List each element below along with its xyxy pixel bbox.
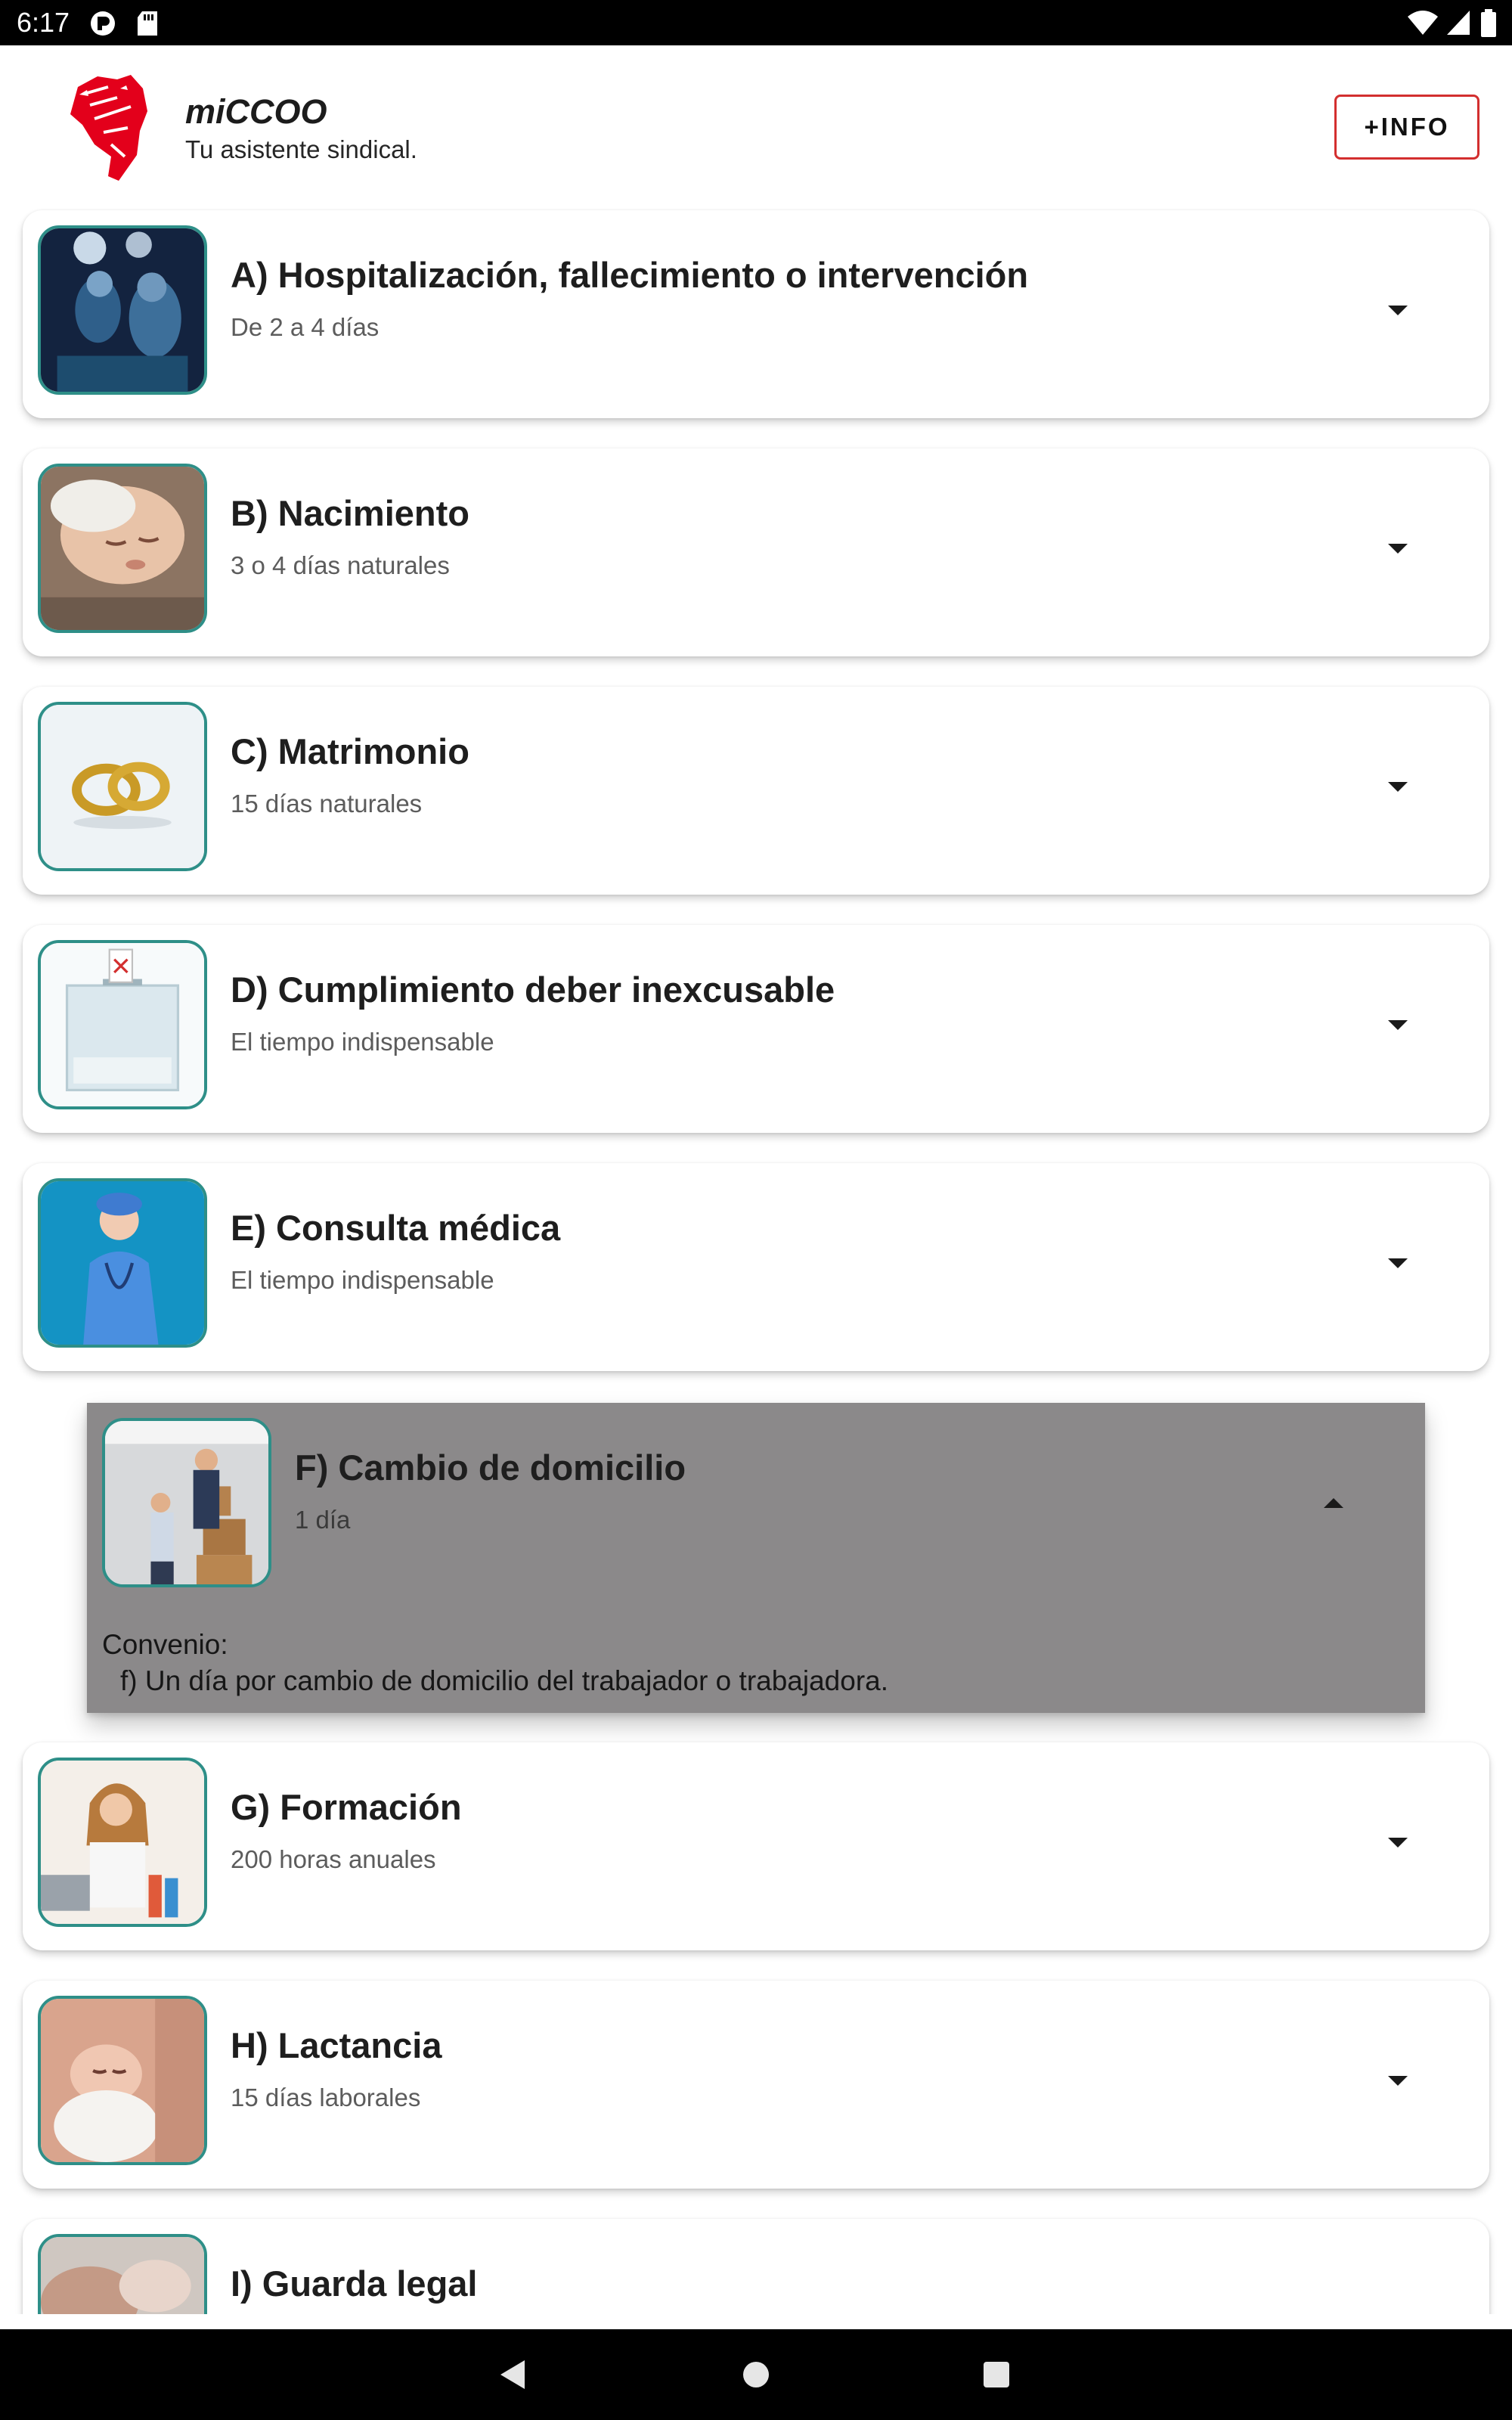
recents-square-icon[interactable] <box>974 2352 1019 2397</box>
ballot-box-photo <box>38 940 207 1109</box>
sleeping-baby-photo <box>38 464 207 633</box>
leave-card-cambio-domicilio[interactable]: F) Cambio de domicilio 1 día Convenio: f… <box>87 1403 1425 1713</box>
card-subtitle: 1 día <box>295 1506 351 1534</box>
info-button[interactable]: +INFO <box>1334 95 1479 160</box>
leave-card-matrimonio[interactable]: C) Matrimonio 15 días naturales <box>23 687 1489 895</box>
system-nav-bar <box>0 2329 1512 2420</box>
card-subtitle: De 2 a 4 días <box>231 313 380 341</box>
app-title: miCCOO <box>185 92 327 131</box>
collapse-chevron-icon[interactable] <box>1324 1498 1343 1508</box>
moving-boxes-photo <box>102 1418 271 1587</box>
card-title: C) Matrimonio <box>231 731 469 771</box>
wedding-rings-photo <box>38 702 207 871</box>
card-subtitle: El tiempo indispensable <box>231 1266 494 1294</box>
status-bar: 6:17 <box>0 0 1512 45</box>
cell-signal-icon <box>1445 9 1471 40</box>
surgery-photo <box>38 225 207 395</box>
card-title: E) Consulta médica <box>231 1208 561 1248</box>
card-subtitle: El tiempo indispensable <box>231 1028 494 1056</box>
back-triangle-icon[interactable] <box>490 2352 535 2397</box>
leave-card-formacion[interactable]: G) Formación 200 horas anuales <box>23 1742 1489 1950</box>
raised-fist-icon <box>64 72 155 185</box>
doctor-photo <box>38 1178 207 1348</box>
card-detail: Convenio: f) Un día por cambio de domici… <box>102 1627 1387 1699</box>
leave-card-hospitalizacion[interactable]: A) Hospitalización, fallecimiento o inte… <box>23 210 1489 418</box>
leave-card-consulta-medica[interactable]: E) Consulta médica El tiempo indispensab… <box>23 1163 1489 1371</box>
expand-chevron-icon[interactable] <box>1388 1258 1408 1268</box>
leave-card-deber-inexcusable[interactable]: D) Cumplimiento deber inexcusable El tie… <box>23 925 1489 1133</box>
card-title: F) Cambio de domicilio <box>295 1447 686 1488</box>
card-subtitle: 200 horas anuales <box>231 1845 436 1873</box>
expand-chevron-icon[interactable] <box>1388 306 1408 315</box>
expand-chevron-icon[interactable] <box>1388 782 1408 792</box>
leave-card-lactancia[interactable]: H) Lactancia 15 días laborales <box>23 1981 1489 2189</box>
newborn-photo <box>38 1996 207 2165</box>
card-title: H) Lactancia <box>231 2025 442 2065</box>
expand-chevron-icon[interactable] <box>1388 1020 1408 1030</box>
leave-list[interactable]: A) Hospitalización, fallecimiento o inte… <box>0 208 1512 2314</box>
leave-card-guarda-legal[interactable]: I) Guarda legal <box>23 2219 1489 2314</box>
elderly-care-photo <box>38 2234 207 2314</box>
wifi-icon <box>1408 9 1438 40</box>
status-time: 6:17 <box>17 7 70 38</box>
card-subtitle: 15 días naturales <box>231 790 423 818</box>
card-title: B) Nacimiento <box>231 493 469 533</box>
app-tagline: Tu asistente sindical. <box>185 135 417 163</box>
app-header: miCCOO Tu asistente sindical. +INFO <box>0 45 1512 208</box>
card-title: D) Cumplimiento deber inexcusable <box>231 970 835 1010</box>
student-studying-photo <box>38 1758 207 1927</box>
expand-chevron-icon[interactable] <box>1388 1838 1408 1848</box>
battery-icon <box>1480 9 1497 42</box>
card-title: I) Guarda legal <box>231 2263 478 2304</box>
card-subtitle: 3 o 4 días naturales <box>231 551 450 579</box>
card-title: G) Formación <box>231 1787 462 1827</box>
detail-text: f) Un día por cambio de domicilio del tr… <box>120 1665 889 1696</box>
detail-heading: Convenio: <box>102 1629 228 1660</box>
notification-app-icon <box>89 10 116 41</box>
home-circle-icon[interactable] <box>733 2352 779 2397</box>
expand-chevron-icon[interactable] <box>1388 544 1408 554</box>
leave-card-nacimiento[interactable]: B) Nacimiento 3 o 4 días naturales <box>23 448 1489 656</box>
card-subtitle: 15 días laborales <box>231 2083 421 2111</box>
expand-chevron-icon[interactable] <box>1388 2076 1408 2086</box>
card-title: A) Hospitalización, fallecimiento o inte… <box>231 255 1029 295</box>
sd-card-icon <box>136 10 159 41</box>
